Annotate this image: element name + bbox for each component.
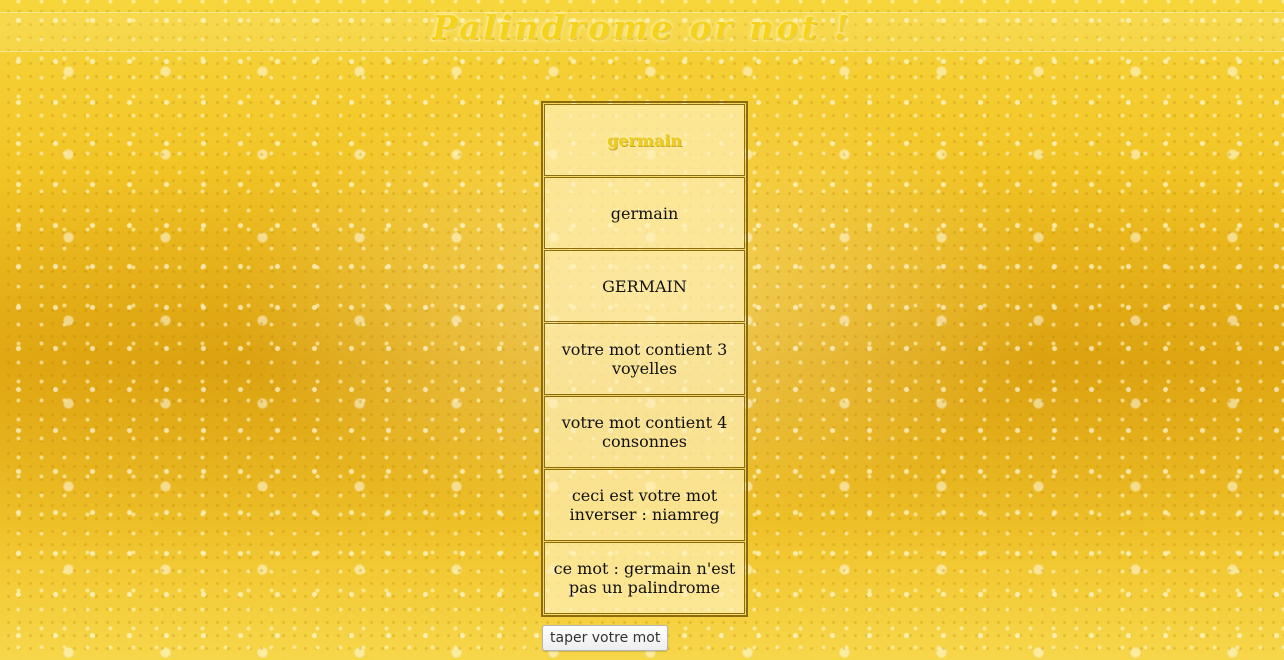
- uppercase-word-cell: GERMAIN: [544, 250, 745, 322]
- consonant-count-cell: votre mot contient 4 consonnes: [544, 396, 745, 468]
- lowercase-word-cell: germain: [544, 177, 745, 249]
- page-title: Palindrome or not !: [432, 8, 852, 47]
- enter-word-button[interactable]: taper votre mot: [542, 625, 669, 651]
- vowel-count-cell: votre mot contient 3 voyelles: [544, 323, 745, 395]
- reversed-word-cell: ceci est votre mot inverser : niamreg: [544, 469, 745, 541]
- word-display-cell: germain: [544, 104, 745, 176]
- palindrome-verdict-cell: ce mot : germain n'est pas un palindrome: [544, 542, 745, 614]
- result-table: germain germain GERMAIN votre mot contie…: [541, 101, 748, 617]
